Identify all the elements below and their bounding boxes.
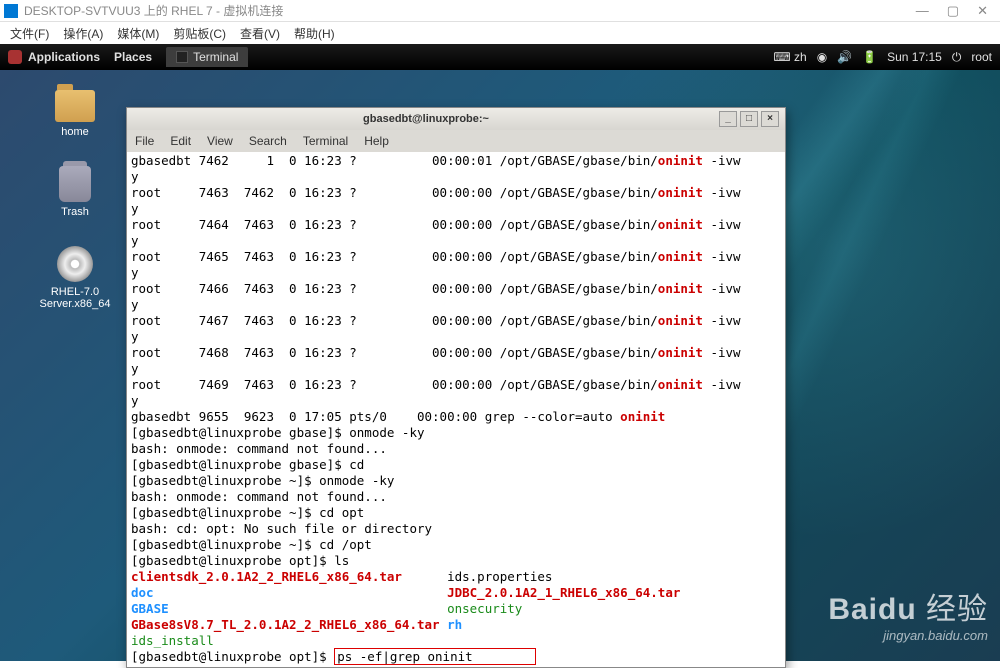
close-button[interactable]: ✕ (977, 3, 988, 19)
power-icon[interactable]: ⏻ (952, 50, 962, 65)
folder-icon (55, 90, 95, 122)
terminal-body[interactable]: gbasedbt 7462 1 0 16:23 ? 00:00:01 /opt/… (127, 152, 785, 667)
places-menu[interactable]: Places (114, 50, 152, 64)
terminal-maximize-button[interactable]: □ (740, 111, 758, 127)
taskbar-terminal-label: Terminal (193, 50, 238, 64)
watermark-url: jingyan.baidu.com (828, 628, 988, 643)
accessibility-icon[interactable]: ◉ (817, 50, 827, 64)
rhel-disc-icon[interactable]: RHEL-7.0 Server.x86_64 (25, 246, 125, 310)
trash-icon[interactable]: Trash (59, 166, 91, 218)
watermark: Baidu 经验 jingyan.baidu.com (828, 584, 988, 643)
applications-menu[interactable]: Applications (28, 50, 100, 64)
term-menu-file[interactable]: File (135, 134, 154, 148)
term-menu-view[interactable]: View (207, 134, 233, 148)
window-controls: — ▢ ✕ (916, 3, 996, 19)
host-title: DESKTOP-SVTVUU3 上的 RHEL 7 - 虚拟机连接 (24, 2, 916, 19)
trashcan-icon (59, 166, 91, 202)
disc-icon (57, 246, 93, 282)
volume-icon[interactable]: 🔊 (837, 50, 852, 64)
home-icon[interactable]: home (55, 90, 95, 138)
vm-icon (4, 4, 18, 18)
host-menubar: 文件(F) 操作(A) 媒体(M) 剪贴板(C) 查看(V) 帮助(H) (0, 22, 1000, 44)
menu-help[interactable]: 帮助(H) (294, 25, 335, 42)
taskbar-terminal[interactable]: Terminal (166, 47, 248, 67)
minimize-button[interactable]: — (916, 3, 929, 19)
rhel-label: RHEL-7.0 Server.x86_64 (25, 286, 125, 310)
home-label: home (61, 126, 89, 138)
terminal-window: gbasedbt@linuxprobe:~ _ □ × File Edit Vi… (126, 107, 786, 668)
terminal-minimize-button[interactable]: _ (719, 111, 737, 127)
desktop-icons: home Trash RHEL-7.0 Server.x86_64 (25, 90, 125, 310)
activities-icon[interactable] (8, 50, 22, 64)
terminal-menubar: File Edit View Search Terminal Help (127, 130, 785, 152)
terminal-close-button[interactable]: × (761, 111, 779, 127)
watermark-brand: Baidu (828, 593, 916, 626)
menu-file[interactable]: 文件(F) (10, 25, 49, 42)
watermark-zh: 经验 (926, 593, 988, 626)
terminal-title: gbasedbt@linuxprobe:~ (133, 113, 719, 125)
terminal-titlebar[interactable]: gbasedbt@linuxprobe:~ _ □ × (127, 108, 785, 130)
clock[interactable]: Sun 17:15 (887, 50, 942, 64)
term-menu-search[interactable]: Search (249, 134, 287, 148)
term-menu-terminal[interactable]: Terminal (303, 134, 348, 148)
trash-label: Trash (61, 206, 89, 218)
host-titlebar: DESKTOP-SVTVUU3 上的 RHEL 7 - 虚拟机连接 — ▢ ✕ (0, 0, 1000, 22)
battery-icon[interactable]: 🔋 (862, 50, 877, 64)
menu-action[interactable]: 操作(A) (63, 25, 103, 42)
user-menu[interactable]: root (971, 50, 992, 64)
menu-clipboard[interactable]: 剪贴板(C) (173, 25, 226, 42)
maximize-button[interactable]: ▢ (947, 3, 959, 19)
menu-view[interactable]: 查看(V) (240, 25, 280, 42)
term-menu-edit[interactable]: Edit (170, 134, 191, 148)
term-menu-help[interactable]: Help (364, 134, 389, 148)
gnome-topbar: Applications Places Terminal ⌨ zh ◉ 🔊 🔋 … (0, 44, 1000, 70)
terminal-icon (176, 51, 188, 63)
desktop[interactable]: home Trash RHEL-7.0 Server.x86_64 gbased… (0, 70, 1000, 661)
menu-media[interactable]: 媒体(M) (117, 25, 159, 42)
keyboard-indicator[interactable]: ⌨ zh (773, 50, 806, 64)
